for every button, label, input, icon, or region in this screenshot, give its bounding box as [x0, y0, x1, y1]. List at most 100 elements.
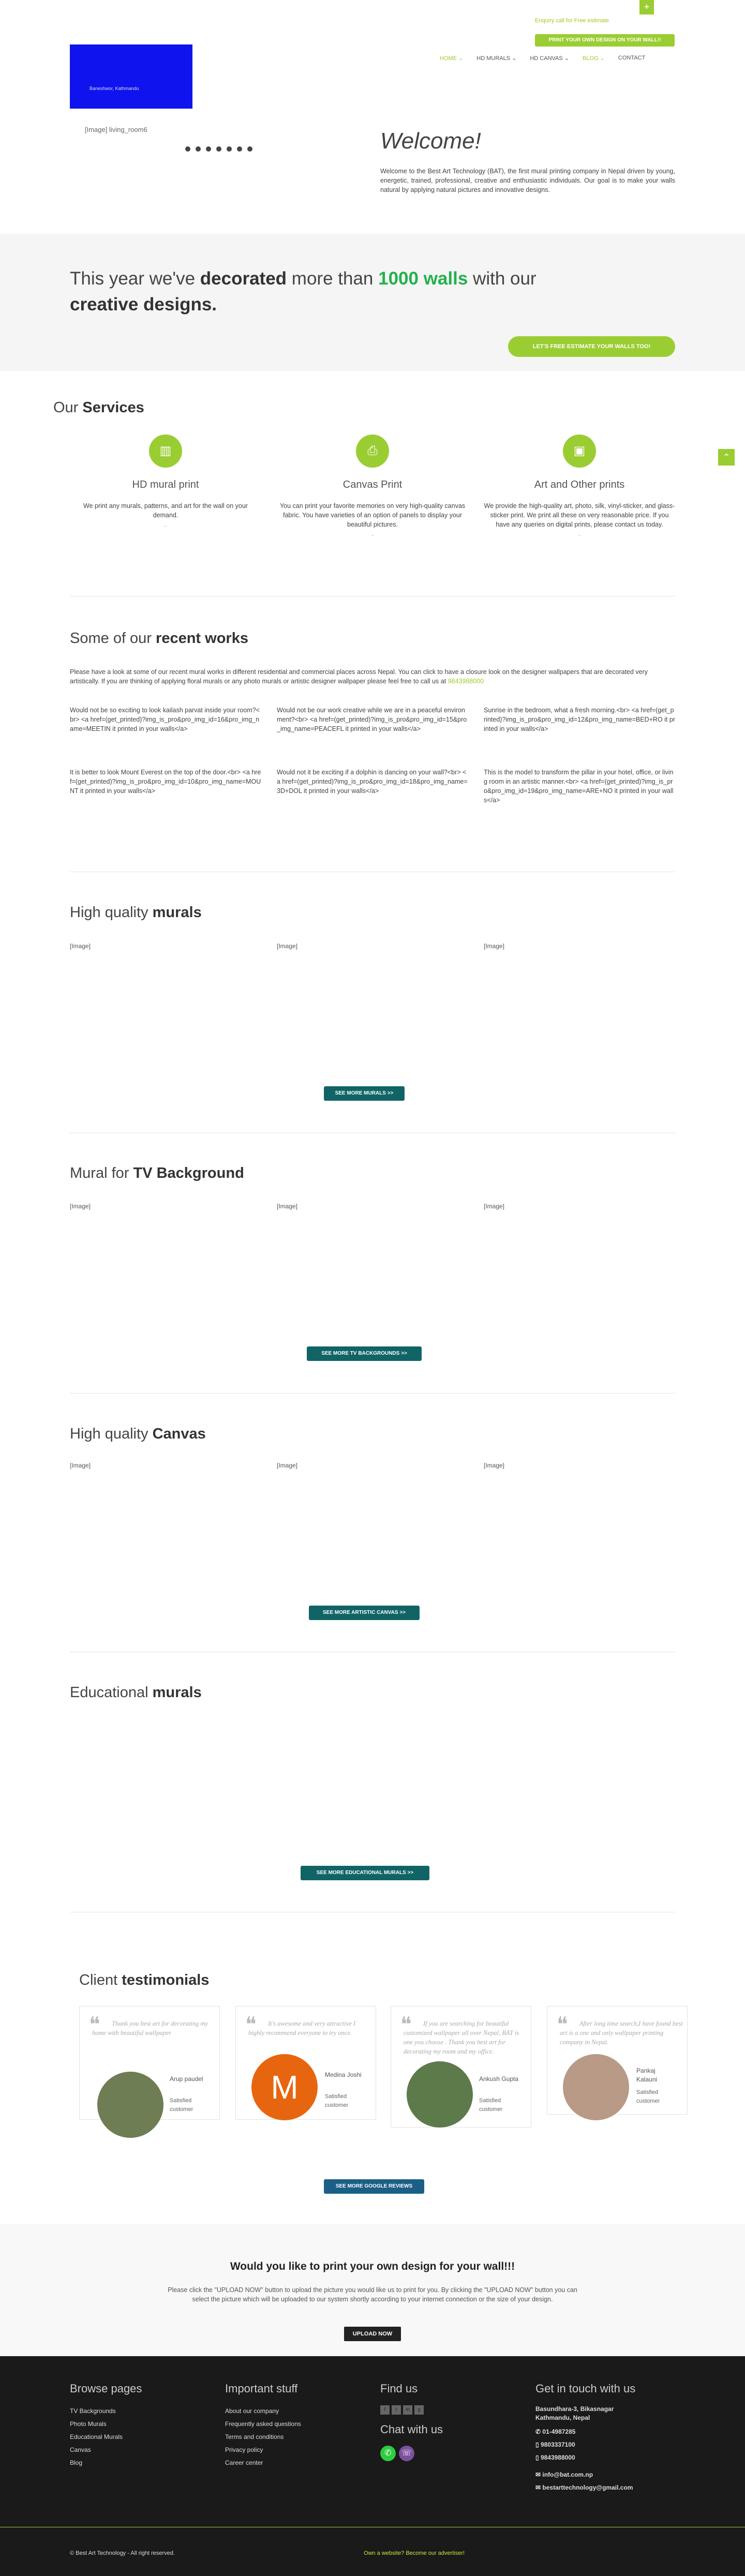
recent-work-item[interactable]: This is the model to transform the pilla…	[484, 768, 675, 805]
avatar: M	[251, 2054, 318, 2120]
recent-work-item[interactable]: It is better to look Mount Everest on th…	[70, 768, 261, 796]
footer-link[interactable]: Canvas	[70, 2444, 142, 2457]
slider-dot[interactable]	[227, 146, 232, 152]
testimonial-status: Satisfied customer	[479, 2098, 503, 2113]
whatsapp-icon[interactable]: ✆	[380, 2446, 396, 2461]
copyright: © Best Art Technology - All right reserv…	[70, 2550, 175, 2556]
footer-link[interactable]: Terms and conditions	[225, 2431, 301, 2444]
testimonials-title: Client testimonials	[79, 1972, 210, 1988]
recent-works-intro: Please have a look at some of our recent…	[70, 668, 648, 685]
testimonial-card: ❝ After long time search,I have found be…	[547, 2006, 688, 2120]
footer-heading: Chat with us	[380, 2423, 443, 2436]
google-icon[interactable]: g	[414, 2405, 424, 2415]
see-more-google-reviews-button[interactable]: SEE MORE GOOGLE REVIEWS	[324, 2179, 424, 2194]
testimonial-status: Satisfied customer	[170, 2098, 193, 2113]
slider-dot[interactable]	[237, 146, 242, 152]
mural-image[interactable]: [Image]	[277, 942, 297, 950]
footer-link[interactable]: About our company	[225, 2405, 301, 2418]
printer-icon: ⎙	[356, 435, 389, 468]
service-dash: -	[164, 522, 167, 530]
site-logo[interactable]: Baneshwor, Kathmandu	[70, 44, 192, 109]
see-more-murals-button[interactable]: SEE MORE MURALS >>	[324, 1086, 405, 1101]
recent-work-item[interactable]: Sunrise in the bedroom, what a fresh mor…	[484, 706, 675, 733]
recent-work-item[interactable]: Would not be our work creative while we …	[277, 706, 468, 733]
testimonial-name: Medina Joshi	[325, 2071, 362, 2078]
recent-work-item[interactable]: Would not it be exciting if a dolphin is…	[277, 768, 468, 796]
testimonial-card: ❝ It's awesome and very attractive I hig…	[235, 2006, 376, 2120]
linkedin-icon[interactable]: in	[403, 2405, 412, 2415]
see-more-canvas-button[interactable]: SEE MORE ARTISTIC CANVAS >>	[309, 1606, 420, 1620]
slider-dot[interactable]	[247, 146, 252, 152]
nav-contact[interactable]: CONTACT	[618, 55, 645, 62]
service-canvas: ⎙ Canvas Print You can print your favori…	[277, 435, 468, 539]
footer-phone[interactable]: ✆ 01-4987285	[535, 2425, 635, 2438]
tv-image[interactable]: [Image]	[277, 1203, 297, 1210]
footer-phone[interactable]: ▯ 9803337100	[535, 2438, 635, 2451]
recent-work-item[interactable]: Would not be so exciting to look kailash…	[70, 706, 261, 733]
slider-dot[interactable]	[185, 146, 190, 152]
slider-dot[interactable]	[206, 146, 211, 152]
nav-hd-canvas[interactable]: HD CANVAS ⌄	[530, 55, 569, 62]
free-estimate-button[interactable]: LET'S FREE ESTIMATE YOUR WALLS TOO!	[508, 336, 675, 357]
see-more-educational-button[interactable]: SEE MORE EDUCATIONAL MURALS >>	[301, 1866, 429, 1880]
murals-title: High quality murals	[70, 904, 202, 921]
twitter-icon[interactable]: t	[392, 2405, 401, 2415]
divider	[70, 1393, 675, 1394]
testimonial-card: ❝ Thank you best art for decorating my h…	[79, 2006, 220, 2138]
see-more-tv-button[interactable]: SEE MORE TV BACKGROUNDS >>	[307, 1346, 422, 1361]
slider-dot[interactable]	[216, 146, 221, 152]
image-icon: ▣	[563, 435, 596, 468]
footer-phone[interactable]: ▯ 9843988000	[535, 2451, 635, 2464]
service-art: ▣ Art and Other prints We provide the hi…	[484, 435, 675, 539]
service-hd-mural: ▥ HD mural print We print any murals, pa…	[70, 435, 261, 530]
mobile-icon: ▯	[535, 2441, 541, 2448]
mail-icon: ✉	[535, 2471, 543, 2478]
footer-link[interactable]: Photo Murals	[70, 2418, 142, 2431]
canvas-image[interactable]: [Image]	[277, 1462, 297, 1469]
canvas-image[interactable]: [Image]	[484, 1462, 504, 1469]
viber-icon[interactable]: ☏	[399, 2446, 414, 2461]
footer-link[interactable]: TV Backgrounds	[70, 2405, 142, 2418]
footer-email[interactable]: ✉ info@bat.com.np	[535, 2468, 635, 2481]
tv-title: Mural for TV Background	[70, 1165, 244, 1181]
service-desc: We provide the high-quality art, photo, …	[484, 502, 675, 528]
educational-title: Educational murals	[70, 1684, 202, 1701]
upload-now-button[interactable]: UPLOAD NOW	[344, 2327, 401, 2341]
testimonial-quote: Thank you best art for decorating my hom…	[92, 2020, 208, 2036]
testimonial-status: Satisfied customer	[325, 2093, 349, 2108]
scroll-top-icon[interactable]: ⌃	[718, 449, 735, 466]
footer-link[interactable]: Educational Murals	[70, 2431, 142, 2444]
footer-link[interactable]: Privacy policy	[225, 2444, 301, 2457]
nav-home[interactable]: HOME ⌄	[440, 55, 463, 62]
footer-heading: Get in touch with us	[535, 2382, 636, 2395]
recent-works-title: Some of our recent works	[70, 630, 248, 647]
avatar	[97, 2072, 163, 2138]
slider-dot[interactable]	[196, 146, 201, 152]
main-nav: HOME ⌄ HD MURALS ⌄ HD CANVAS ⌄ BLOG ⌄ CO…	[440, 55, 659, 62]
footer-browse: Browse pages TV Backgrounds Photo Murals…	[70, 2382, 142, 2469]
footer-email[interactable]: ✉ bestarttechnology@gmail.com	[535, 2481, 635, 2494]
footer-link[interactable]: Blog	[70, 2457, 142, 2469]
plus-button[interactable]: +	[639, 0, 654, 14]
facebook-icon[interactable]: f	[380, 2405, 390, 2415]
mural-image[interactable]: [Image]	[70, 942, 91, 950]
mural-image[interactable]: [Image]	[484, 942, 504, 950]
advertise-link[interactable]: Own a website? Become our advertiser!	[364, 2550, 465, 2556]
service-dash: -	[578, 531, 581, 539]
testimonial-quote: If you are searching for beautiful custo…	[404, 2020, 519, 2055]
tv-image[interactable]: [Image]	[484, 1203, 504, 1210]
print-own-design-button[interactable]: PRINT YOUR OWN DESIGN ON YOUR WALL!!	[535, 34, 675, 47]
services-title: Our Services	[53, 399, 144, 416]
logo-tagline: Baneshwor, Kathmandu	[90, 86, 139, 91]
call-enquiry-text[interactable]: Enquiry call for Free estimate	[535, 18, 609, 24]
nav-hd-murals[interactable]: HD MURALS ⌄	[476, 55, 516, 62]
testimonial-quote: After long time search,I have found best…	[560, 2020, 683, 2046]
footer-heading: Find us	[380, 2382, 418, 2395]
tv-image[interactable]: [Image]	[70, 1203, 91, 1210]
service-desc: You can print your favorite memories on …	[279, 502, 466, 528]
phone-link[interactable]: 9843988000	[448, 678, 484, 685]
footer-link[interactable]: Frequently asked questions	[225, 2418, 301, 2431]
canvas-image[interactable]: [Image]	[70, 1462, 91, 1469]
nav-blog[interactable]: BLOG ⌄	[583, 55, 605, 62]
footer-link[interactable]: Career center	[225, 2457, 301, 2469]
